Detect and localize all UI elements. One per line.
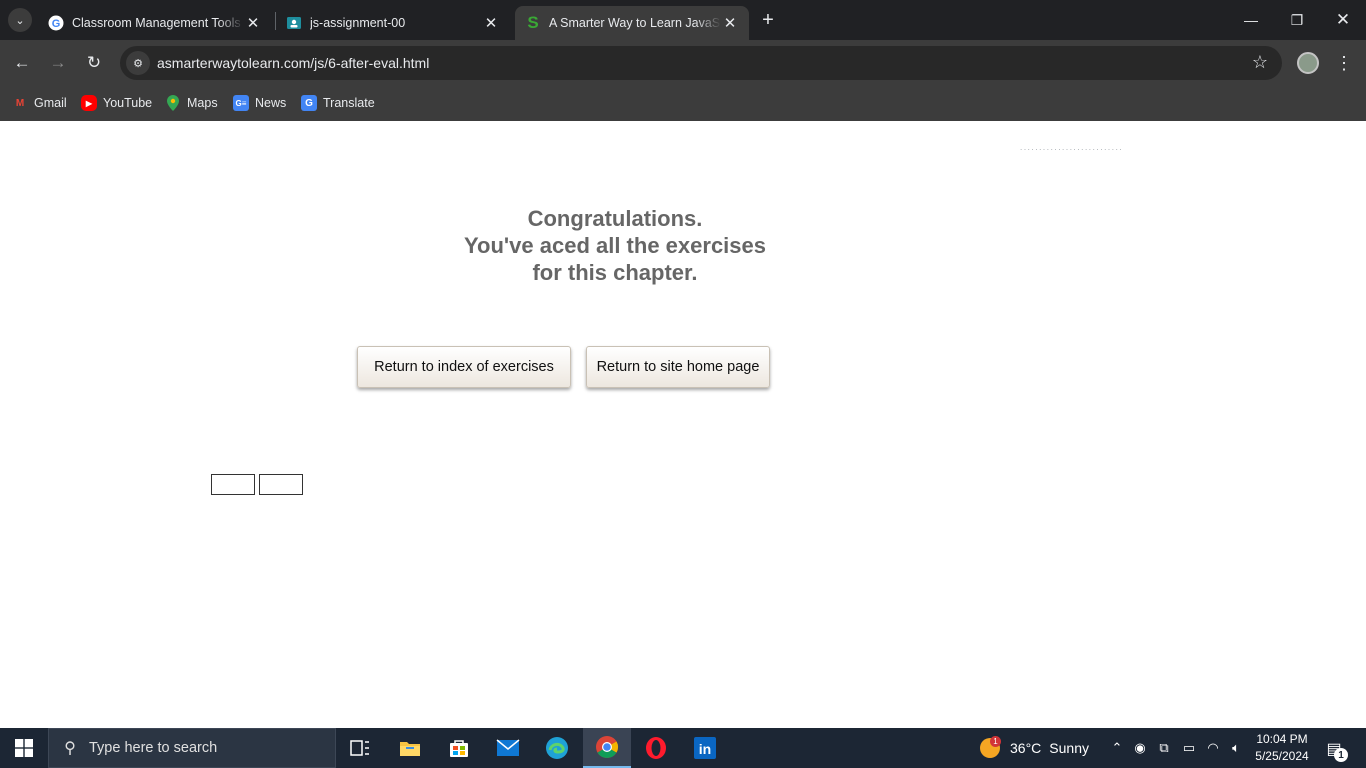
bookmark-label: Translate <box>323 96 375 110</box>
notification-count-badge: 1 <box>1334 748 1348 762</box>
bookmark-label: Maps <box>187 96 218 110</box>
decorative-dots: ........................... <box>1020 143 1124 152</box>
bookmark-youtube[interactable]: ▶ YouTube <box>81 92 152 114</box>
tab-classroom-tools[interactable]: G Classroom Management Tools & ✕ <box>38 6 272 40</box>
google-icon: G <box>48 15 64 31</box>
translate-icon: G <box>301 95 317 111</box>
battery-icon[interactable]: ▭ <box>1180 739 1198 757</box>
back-icon[interactable]: ← <box>8 49 36 77</box>
file-explorer-icon[interactable] <box>386 728 434 768</box>
task-view-icon[interactable] <box>336 728 384 768</box>
site-info-icon[interactable]: ⚙ <box>126 51 150 75</box>
tab-search-chevron-icon[interactable]: ⌄ <box>8 8 32 32</box>
forward-icon[interactable]: → <box>44 49 72 77</box>
bookmark-label: Gmail <box>34 96 67 110</box>
opera-icon[interactable] <box>632 728 680 768</box>
empty-box <box>259 474 303 495</box>
weather-widget[interactable]: 36°C Sunny <box>980 728 1089 768</box>
taskbar-clock[interactable]: 10:04 PM 5/25/2024 <box>1250 731 1314 765</box>
windows-start-icon[interactable] <box>0 728 48 768</box>
classroom-icon <box>286 15 302 31</box>
page-content: ........................... Congratulati… <box>0 121 1366 728</box>
browser-toolbar: ← → ↻ ⚙ asmarterwaytolearn.com/js/6-afte… <box>0 40 1366 86</box>
microsoft-store-icon[interactable] <box>435 728 483 768</box>
bookmark-label: YouTube <box>103 96 153 110</box>
close-tab-icon[interactable]: ✕ <box>482 14 500 32</box>
bookmark-news[interactable]: G≡ News <box>233 92 286 114</box>
smarter-way-icon: S <box>527 13 539 32</box>
bookmark-gmail[interactable]: M Gmail <box>12 92 67 114</box>
search-icon: ⚲ <box>64 740 76 757</box>
weather-condition: Sunny <box>1049 740 1089 756</box>
bookmarks-bar: M Gmail ▶ YouTube Maps G≡ News G Transla… <box>0 86 1366 121</box>
address-bar[interactable]: ⚙ asmarterwaytolearn.com/js/6-after-eval… <box>120 46 1282 80</box>
tab-title: A Smarter Way to Learn JavaScript <box>549 16 721 30</box>
bookmark-label: News <box>255 96 287 110</box>
news-icon: G≡ <box>233 95 249 111</box>
message-line: You've aced all the exercises <box>464 233 766 258</box>
tab-js-assignment[interactable]: js-assignment-00 ✕ <box>276 6 510 40</box>
show-hidden-icons-chevron-icon[interactable]: ⌃ <box>1108 739 1126 757</box>
new-tab-icon[interactable]: + <box>756 8 780 32</box>
reload-icon[interactable]: ↻ <box>80 49 108 77</box>
linkedin-icon[interactable]: in <box>681 728 729 768</box>
profile-avatar[interactable] <box>1297 52 1319 74</box>
maps-icon <box>165 95 181 111</box>
svg-text:in: in <box>699 741 711 757</box>
message-line: for this chapter. <box>532 260 698 285</box>
volume-icon[interactable]: 🔈︎ <box>1227 739 1245 757</box>
message-line: Congratulations. <box>527 206 703 231</box>
tab-bar: ⌄ G Classroom Management Tools & ✕ js-as… <box>0 0 1366 40</box>
gmail-icon: M <box>15 97 25 109</box>
tab-title: Classroom Management Tools & <box>72 16 244 30</box>
clock-date: 5/25/2024 <box>1255 749 1309 763</box>
taskbar-search-box[interactable]: ⚲ Type here to search <box>48 728 336 768</box>
url-text[interactable]: asmarterwaytolearn.com/js/6-after-eval.h… <box>157 55 429 71</box>
return-to-index-button[interactable]: Return to index of exercises <box>357 346 571 388</box>
restore-icon[interactable]: ❐ <box>1274 0 1320 40</box>
congratulations-message: Congratulations. You've aced all the exe… <box>415 205 815 286</box>
bookmark-maps[interactable]: Maps <box>165 92 218 114</box>
edge-icon[interactable] <box>533 728 581 768</box>
tab-title: js-assignment-00 <box>310 16 406 30</box>
chrome-icon[interactable] <box>583 728 631 768</box>
close-window-icon[interactable]: ✕ <box>1320 0 1366 40</box>
return-to-home-button[interactable]: Return to site home page <box>586 346 770 388</box>
windows-taskbar: ⚲ Type here to search in 36°C Sunny 1 ⌃ … <box>0 728 1366 768</box>
svg-text:G: G <box>52 18 61 30</box>
weather-temperature: 36°C <box>1010 740 1042 756</box>
clock-time: 10:04 PM <box>1256 732 1308 746</box>
weather-badge: 1 <box>990 736 1001 747</box>
empty-box <box>211 474 255 495</box>
tab-smarter-way[interactable]: S A Smarter Way to Learn JavaScript ✕ <box>515 6 749 40</box>
bookmark-star-icon[interactable]: ☆ <box>1252 52 1268 73</box>
bookmark-translate[interactable]: G Translate <box>301 92 375 114</box>
meet-now-icon[interactable]: ⧉ <box>1155 739 1173 757</box>
search-placeholder: Type here to search <box>89 740 218 756</box>
mail-icon[interactable] <box>484 728 532 768</box>
wifi-icon[interactable]: ◠ <box>1204 739 1222 757</box>
close-tab-icon[interactable]: ✕ <box>721 14 739 32</box>
browser-menu-icon[interactable]: ⋮ <box>1334 49 1354 77</box>
youtube-icon: ▶ <box>81 95 97 111</box>
close-tab-icon[interactable]: ✕ <box>244 14 262 32</box>
record-icon[interactable]: ◉ <box>1131 739 1149 757</box>
minimize-icon[interactable]: — <box>1228 0 1274 40</box>
